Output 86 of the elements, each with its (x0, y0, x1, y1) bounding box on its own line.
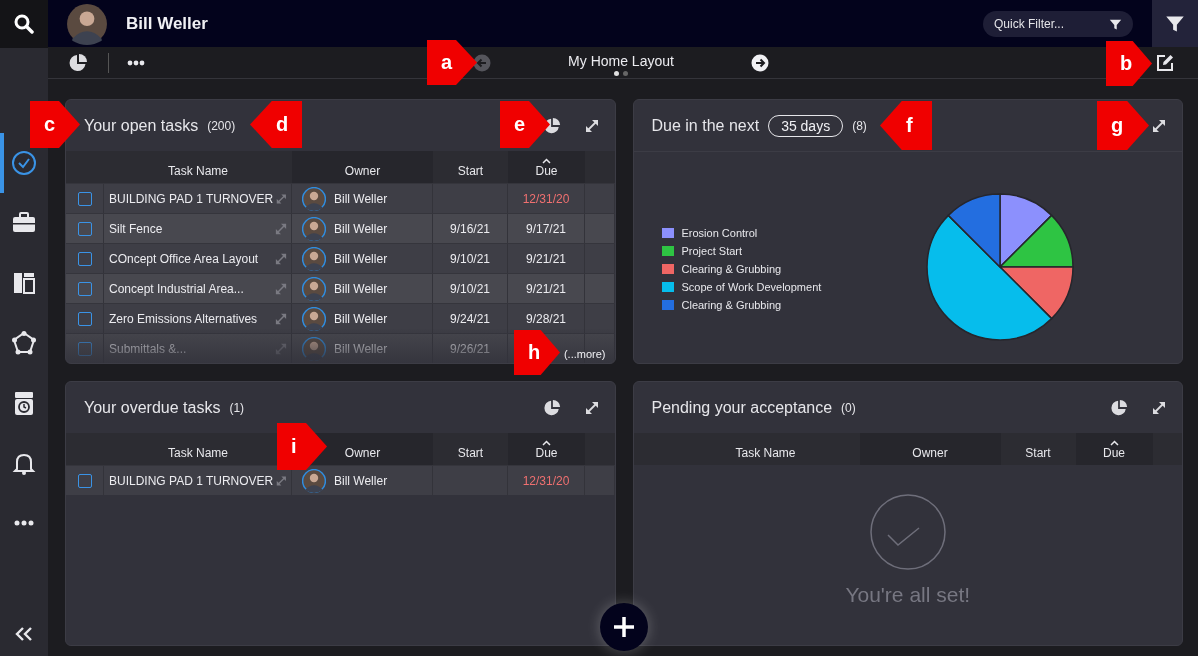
checkbox[interactable] (77, 473, 92, 488)
count-label: (1) (229, 400, 245, 415)
more-link[interactable]: (...more) (563, 348, 606, 360)
column-header[interactable]: Task Name (168, 164, 228, 178)
filter-button[interactable] (1152, 0, 1198, 47)
card-title: Your overdue tasks (84, 398, 221, 417)
empty-message: You're all set! (845, 583, 971, 607)
checkbox[interactable] (77, 191, 92, 206)
table-cell: 9/21/21 (525, 281, 566, 296)
table-cell: BUILDING PAD 1 TURNOVER (109, 473, 274, 488)
table-cell: Bill Weller (334, 473, 388, 488)
legend-label: Erosion Control (681, 226, 758, 239)
expand-icon[interactable] (1152, 118, 1166, 133)
table-cell: Zero Emissions Alternatives (109, 311, 258, 326)
count-label: (0) (841, 400, 856, 415)
legend-label: Scope of Work Development (681, 280, 822, 293)
pie-chart-icon[interactable] (1110, 398, 1128, 417)
column-header[interactable]: Start (457, 164, 484, 178)
checkbox[interactable] (77, 251, 92, 266)
column-header[interactable]: Owner (912, 446, 948, 460)
table-cell: Concept Industrial Area... (109, 281, 244, 296)
column-header[interactable]: Task Name (735, 446, 796, 460)
legend-label: Clearing & Grubbing (681, 298, 782, 311)
callout-label: b (1106, 41, 1152, 86)
layout-title: My Home Layout (568, 53, 674, 69)
column-header[interactable]: Owner (344, 446, 381, 460)
table-cell: Bill Weller (334, 221, 388, 236)
more-icon[interactable] (127, 59, 145, 66)
layout-icon[interactable] (11, 270, 37, 296)
table-cell: BUILDING PAD 1 TURNOVER (109, 191, 274, 206)
pie-chart-icon[interactable] (542, 398, 561, 417)
column-header[interactable]: Due (1103, 446, 1125, 460)
table-cell: Bill Weller (334, 311, 388, 326)
column-header[interactable]: Owner (344, 164, 381, 178)
card-title: Pending your acceptance (651, 398, 833, 417)
edit-icon[interactable] (1156, 53, 1174, 72)
count-label: (200) (207, 118, 236, 133)
table-cell: 12/31/20 (522, 473, 570, 488)
column-header[interactable]: Task Name (168, 446, 228, 460)
check-circle-icon (868, 493, 947, 571)
expand-icon[interactable] (584, 400, 599, 415)
table-cell: COncept Office Area Layout (109, 251, 259, 266)
page-dot[interactable] (623, 71, 628, 76)
checkbox[interactable] (77, 311, 92, 326)
table-cell: Bill Weller (334, 191, 388, 206)
collapse-icon[interactable] (15, 627, 33, 641)
card-title: Your open tasks (84, 116, 199, 135)
quick-filter-field[interactable]: Quick Filter... (983, 10, 1133, 37)
table-cell: 9/10/21 (449, 281, 490, 296)
search-icon[interactable] (14, 14, 34, 34)
table-cell: 9/17/21 (525, 221, 566, 236)
checkbox[interactable] (77, 221, 92, 236)
table-cell: Bill Weller (334, 251, 388, 266)
column-header[interactable]: Start (457, 446, 484, 460)
card-title: Due in the next (651, 116, 760, 135)
table-cell: 9/28/21 (525, 311, 566, 326)
table-cell: Bill Weller (334, 341, 388, 356)
check-circle-icon[interactable] (11, 150, 37, 176)
avatar (66, 2, 108, 45)
next-arrow-icon[interactable] (751, 53, 769, 72)
page-dot[interactable] (614, 71, 619, 76)
column-header[interactable]: Due (535, 164, 558, 178)
legend-label: Project Start (681, 244, 743, 257)
filter-icon[interactable] (1109, 17, 1122, 31)
network-icon[interactable] (11, 330, 37, 356)
table-cell: Submittals &... (109, 341, 187, 356)
legend-label: Clearing & Grubbing (681, 262, 782, 275)
checkbox[interactable] (77, 341, 92, 356)
table-cell: Bill Weller (334, 281, 388, 296)
pie-chart-icon[interactable] (68, 52, 88, 73)
plus-icon (612, 615, 636, 639)
count-label: (8) (852, 118, 867, 133)
table-cell: Silt Fence (109, 221, 163, 236)
table-cell: 9/26/21 (449, 341, 490, 356)
column-header[interactable]: Start (1025, 446, 1051, 460)
user-name: Bill Weller (126, 13, 208, 34)
table-cell: 12/31/20 (522, 191, 570, 206)
checkbox[interactable] (77, 281, 92, 296)
table-cell: 9/10/21 (449, 251, 490, 266)
table-cell: 9/16/21 (449, 221, 490, 236)
table-cell: 9/24/21 (449, 311, 490, 326)
expand-icon[interactable] (584, 118, 599, 133)
expand-icon[interactable] (1152, 400, 1166, 415)
table-cell: 9/21/21 (525, 251, 566, 266)
callout-label: a (427, 40, 477, 85)
column-header[interactable]: Due (535, 446, 558, 460)
